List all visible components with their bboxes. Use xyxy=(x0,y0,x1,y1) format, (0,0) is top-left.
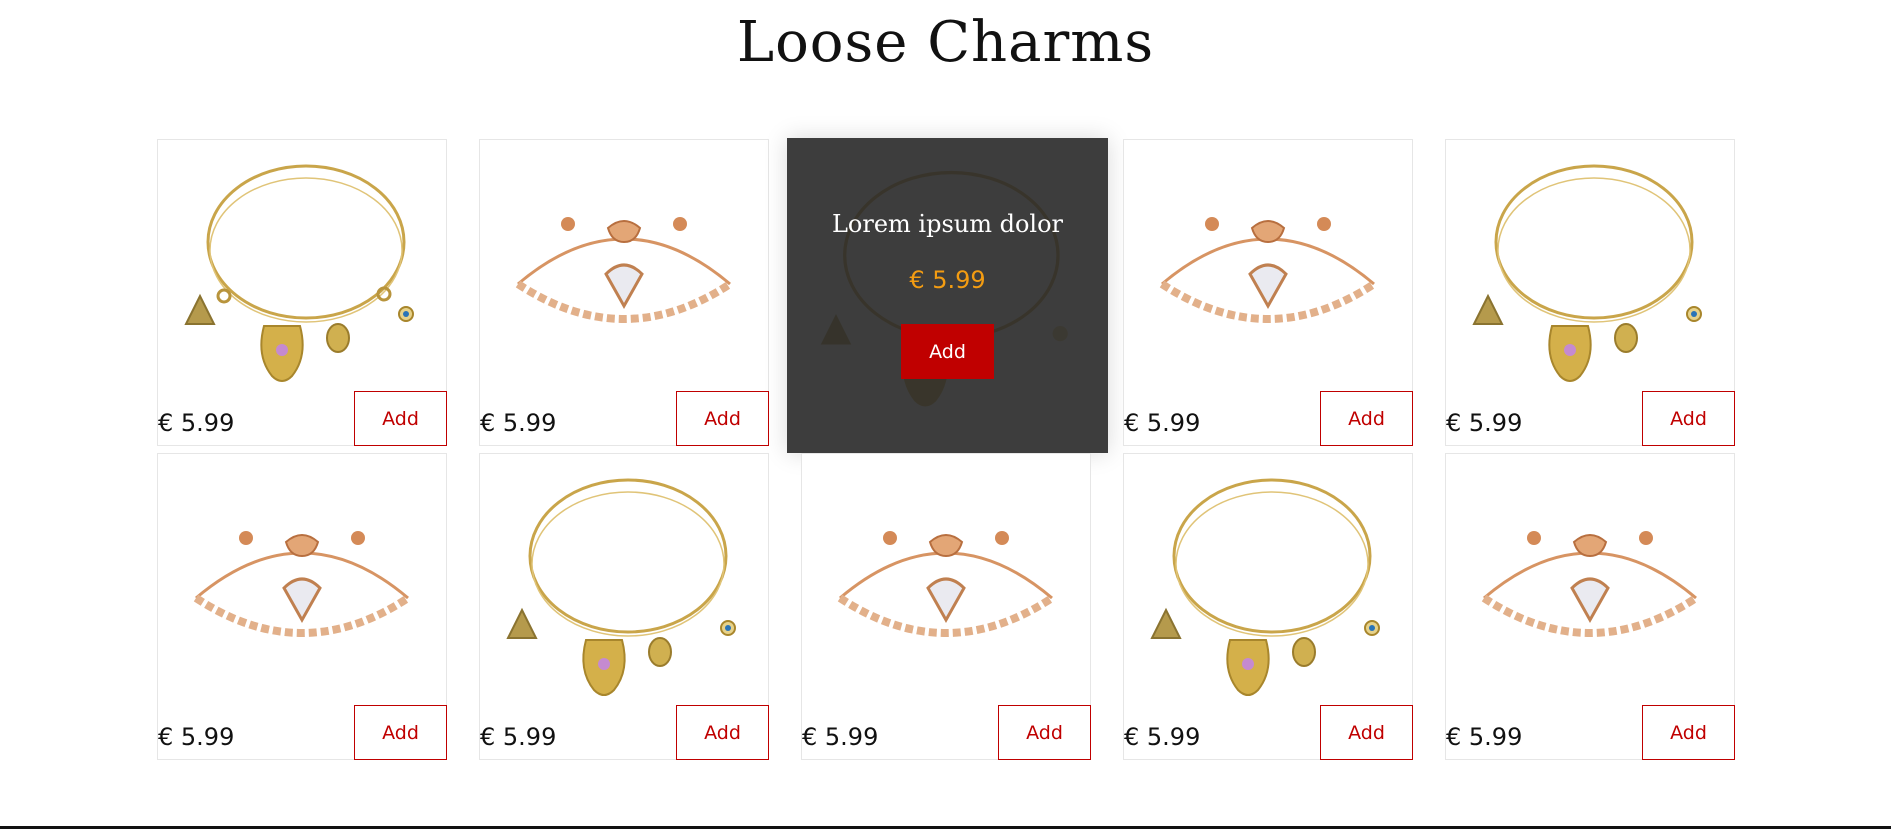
add-to-cart-button[interactable]: Add xyxy=(1320,705,1413,760)
add-to-cart-button[interactable]: Add xyxy=(354,705,447,760)
rose-gold-heart-bracelet-image[interactable] xyxy=(166,468,438,706)
gold-charm-bangle-image[interactable] xyxy=(1454,154,1726,392)
product-card[interactable]: € 5.99 Add xyxy=(157,453,447,760)
product-card[interactable]: € 5.99 Add xyxy=(1123,453,1413,760)
product-price: € 5.99 xyxy=(480,723,557,751)
rose-gold-heart-bracelet-image[interactable] xyxy=(1454,468,1726,706)
rose-gold-heart-bracelet-image[interactable] xyxy=(488,154,760,392)
gold-charm-bangle-image[interactable] xyxy=(1132,468,1404,706)
add-to-cart-button[interactable]: Add xyxy=(1642,705,1735,760)
add-to-cart-button[interactable]: Add xyxy=(998,705,1091,760)
rose-gold-heart-bracelet-image[interactable] xyxy=(810,468,1082,706)
product-price: € 5.99 xyxy=(1124,723,1201,751)
product-price: € 5.99 xyxy=(1446,723,1523,751)
product-grid: € 5.99 Add € 5.99 Add Lorem ipsum dolor … xyxy=(0,0,1891,829)
product-card[interactable]: € 5.99 Add xyxy=(1445,139,1735,446)
product-card[interactable]: € 5.99 Add xyxy=(1123,139,1413,446)
product-card[interactable]: € 5.99 Add xyxy=(479,139,769,446)
add-to-cart-button[interactable]: Add xyxy=(901,324,994,379)
rose-gold-heart-bracelet-image[interactable] xyxy=(1132,154,1404,392)
product-price: € 5.99 xyxy=(158,723,235,751)
product-price: € 5.99 xyxy=(1446,409,1523,437)
add-to-cart-button[interactable]: Add xyxy=(1320,391,1413,446)
gold-charm-bangle-image[interactable] xyxy=(166,154,438,392)
product-card-hovered[interactable]: Lorem ipsum dolor € 5.99 Add xyxy=(787,138,1108,453)
product-price: € 5.99 xyxy=(158,409,235,437)
product-card[interactable]: € 5.99 Add xyxy=(1445,453,1735,760)
product-price: € 5.99 xyxy=(1124,409,1201,437)
product-price: € 5.99 xyxy=(480,409,557,437)
product-price: € 5.99 xyxy=(909,266,986,294)
add-to-cart-button[interactable]: Add xyxy=(676,391,769,446)
product-card[interactable]: € 5.99 Add xyxy=(479,453,769,760)
product-card[interactable]: € 5.99 Add xyxy=(157,139,447,446)
product-name: Lorem ipsum dolor xyxy=(831,210,1064,238)
gold-charm-bangle-image[interactable] xyxy=(488,468,760,706)
add-to-cart-button[interactable]: Add xyxy=(1642,391,1735,446)
add-to-cart-button[interactable]: Add xyxy=(354,391,447,446)
product-price: € 5.99 xyxy=(802,723,879,751)
add-to-cart-button[interactable]: Add xyxy=(676,705,769,760)
product-card[interactable]: € 5.99 Add xyxy=(801,453,1091,760)
product-hover-overlay: Lorem ipsum dolor € 5.99 Add xyxy=(787,138,1108,453)
